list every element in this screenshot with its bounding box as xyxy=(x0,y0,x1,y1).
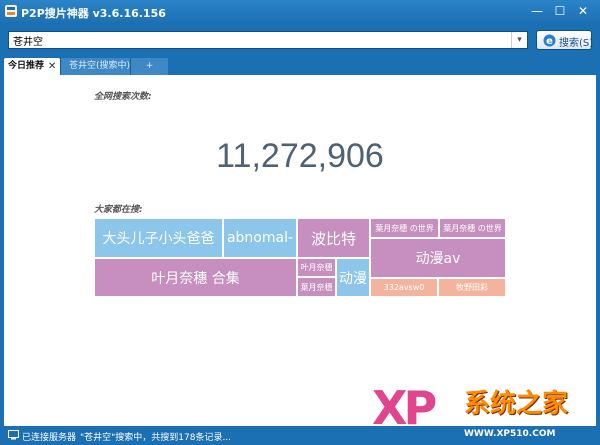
watermark-xp: XP xyxy=(372,381,437,435)
chevron-down-icon[interactable]: ▾ xyxy=(511,32,527,48)
trending-item[interactable]: 波比特 xyxy=(297,218,370,258)
tab-search-result[interactable]: 苍井空(搜索中) xyxy=(60,58,130,75)
close-icon[interactable]: ✕ xyxy=(48,58,56,75)
trending-item[interactable]: 牧野田彩 xyxy=(438,278,506,297)
trending-item[interactable]: 葉月奈穗 の世界 xyxy=(439,218,506,238)
watermark-site-name: 系统之家 xyxy=(464,389,569,419)
trending-item[interactable]: 叶月奈穗 xyxy=(297,258,336,277)
svg-text:e: e xyxy=(546,36,553,47)
search-bar: ▾ e 搜索(S) xyxy=(0,24,600,58)
title-bar: P2P搜片神器 v3.6.16.156 — ☐ ✕ xyxy=(0,0,600,24)
close-button[interactable]: ✕ xyxy=(572,2,594,20)
status-message: "苍井空"搜索中，共搜到178条记录... xyxy=(80,433,232,443)
watermark-url: WWW.XP510.COM xyxy=(464,429,556,439)
tab-today-recommend[interactable]: 今日推荐 ✕ xyxy=(4,58,60,75)
window-title: P2P搜片神器 v3.6.16.156 xyxy=(21,7,166,20)
new-tab-button[interactable]: + xyxy=(130,58,168,75)
trending-treemap: 大头儿子小头爸爸 abnomal- 波比特 葉月奈穗 の世界 葉月奈穗 の世界 叶月奈穗 … xyxy=(4,75,596,426)
app-icon xyxy=(5,5,17,17)
maximize-button[interactable]: ☐ xyxy=(549,2,571,20)
search-input[interactable] xyxy=(9,32,509,48)
search-button-label: 搜索(S) xyxy=(559,38,594,49)
trending-item[interactable]: 大头儿子小头爸爸 xyxy=(94,218,223,258)
tab-label: 今日推荐 xyxy=(8,61,45,71)
main-panel: 全网搜索次数: 11,272,906 大家都在搜: 大头儿子小头爸爸 abnoma… xyxy=(4,75,596,426)
tab-bar: 今日推荐 ✕ 苍井空(搜索中) + xyxy=(0,58,600,75)
search-field[interactable]: ▾ xyxy=(8,31,528,49)
watermark-logo: XP 系统之家 WWW.XP510.COM xyxy=(372,383,600,445)
trending-item[interactable]: 葉月奈穗 の世界 xyxy=(370,218,439,238)
search-button[interactable]: e 搜索(S) xyxy=(536,30,594,50)
connection-icon xyxy=(8,430,19,440)
trending-item[interactable]: 动漫av xyxy=(370,238,506,278)
minimize-button[interactable]: — xyxy=(526,2,548,20)
trending-item[interactable]: 葉月奈穗 xyxy=(297,277,336,297)
trending-item[interactable]: 动漫 xyxy=(336,258,370,297)
trending-item[interactable]: 叶月奈穗 合集 xyxy=(94,258,297,297)
connection-status: 已连接服务器 xyxy=(22,433,77,443)
trending-item[interactable]: 332avsw0 xyxy=(370,278,438,297)
ie-icon: e xyxy=(543,34,556,47)
trending-item[interactable]: abnomal- xyxy=(223,218,297,258)
